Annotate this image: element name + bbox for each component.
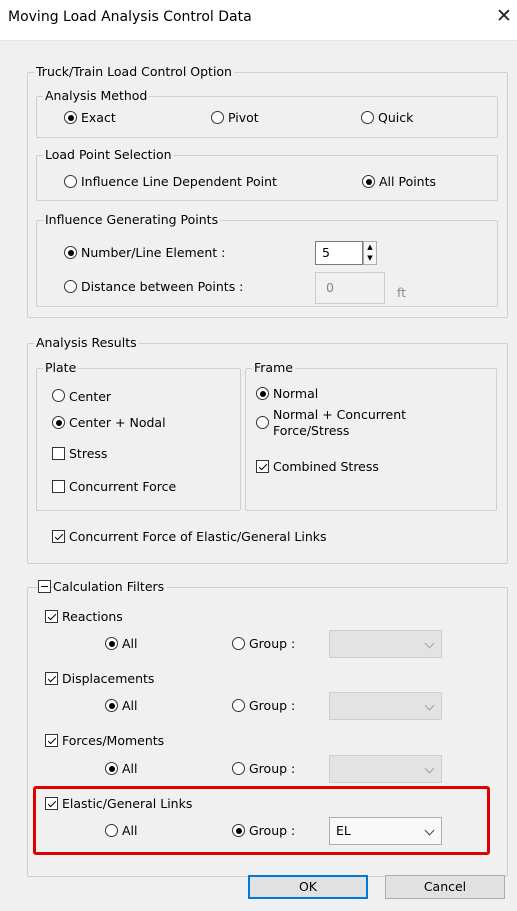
radio-plate-center-nodal[interactable]: [52, 416, 65, 429]
checkbox-plate-stress[interactable]: [52, 447, 65, 460]
distance-input[interactable]: 0: [315, 272, 385, 304]
frame-legend: Frame: [252, 360, 295, 376]
forces-moments-group-label[interactable]: Group :: [249, 761, 295, 777]
elastic-links-group-select[interactable]: EL: [329, 817, 442, 845]
radio-displacements-group[interactable]: [232, 699, 245, 712]
radio-exact[interactable]: [64, 111, 77, 124]
chevron-down-icon: [424, 825, 435, 836]
chevron-down-icon: [424, 638, 435, 649]
reactions-all-label[interactable]: All: [122, 636, 138, 652]
distance-unit: ft: [397, 285, 407, 300]
ok-button[interactable]: OK: [248, 875, 368, 899]
radio-elastic-links-group[interactable]: [232, 824, 245, 837]
radio-all-points[interactable]: [362, 175, 375, 188]
forces-moments-all-label[interactable]: All: [122, 761, 138, 777]
elastic-links-group-label[interactable]: Group :: [249, 823, 295, 839]
analysis-method-legend: Analysis Method: [43, 88, 150, 104]
calculation-filters-legend: Calculation Filters: [53, 579, 168, 595]
elastic-links-all-label[interactable]: All: [122, 823, 138, 839]
combined-stress-label[interactable]: Combined Stress: [273, 459, 379, 475]
elastic-links-group-value: EL: [336, 823, 351, 838]
number-line-element-label[interactable]: Number/Line Element :: [81, 245, 225, 261]
plate-center-label[interactable]: Center: [69, 389, 111, 405]
chevron-down-icon: [424, 763, 435, 774]
checkbox-displacements[interactable]: [45, 672, 58, 685]
radio-forces-moments-group[interactable]: [232, 762, 245, 775]
dialog-title: Moving Load Analysis Control Data: [8, 9, 252, 25]
distance-between-points-label[interactable]: Distance between Points :: [81, 279, 243, 295]
elastic-general-links-label[interactable]: Elastic/General Links: [62, 796, 192, 812]
radio-pivot[interactable]: [211, 111, 224, 124]
radio-number-line-element[interactable]: [64, 246, 77, 259]
radio-reactions-group[interactable]: [232, 637, 245, 650]
radio-influence-line-point[interactable]: [64, 175, 77, 188]
forces-moments-label[interactable]: Forces/Moments: [62, 733, 164, 749]
cancel-button[interactable]: Cancel: [385, 875, 505, 899]
radio-displacements-all[interactable]: [105, 699, 118, 712]
radio-pivot-label[interactable]: Pivot: [228, 110, 259, 126]
title-bar: Moving Load Analysis Control Data ✕: [0, 0, 517, 40]
radio-exact-label[interactable]: Exact: [81, 110, 116, 126]
frame-normal-concurrent-label-line1[interactable]: Normal + Concurrent: [273, 407, 406, 423]
radio-reactions-all[interactable]: [105, 637, 118, 650]
number-spinner: ▲ ▼: [363, 241, 377, 265]
radio-quick[interactable]: [361, 111, 374, 124]
plate-legend: Plate: [43, 360, 79, 376]
reactions-group-label[interactable]: Group :: [249, 636, 295, 652]
radio-frame-normal[interactable]: [256, 387, 269, 400]
displacements-all-label[interactable]: All: [122, 698, 138, 714]
checkbox-elastic-links-concurrent[interactable]: [52, 530, 65, 543]
number-line-element-input[interactable]: 5: [315, 241, 363, 265]
close-icon[interactable]: ✕: [492, 5, 516, 27]
radio-forces-moments-all[interactable]: [105, 762, 118, 775]
checkbox-reactions[interactable]: [45, 610, 58, 623]
frame-normal-label[interactable]: Normal: [273, 386, 318, 402]
radio-plate-center[interactable]: [52, 389, 65, 402]
frame-normal-concurrent-label-line2[interactable]: Force/Stress: [273, 423, 349, 439]
checkbox-plate-concurrent-force[interactable]: [52, 480, 65, 493]
checkbox-forces-moments[interactable]: [45, 734, 58, 747]
displacements-label[interactable]: Displacements: [62, 671, 154, 687]
truck-load-control-legend: Truck/Train Load Control Option: [34, 64, 234, 80]
chevron-down-icon: [424, 700, 435, 711]
radio-all-points-label[interactable]: All Points: [379, 174, 436, 190]
displacements-group-label[interactable]: Group :: [249, 698, 295, 714]
elastic-links-concurrent-label[interactable]: Concurrent Force of Elastic/General Link…: [69, 529, 327, 545]
checkbox-elastic-general-links[interactable]: [45, 797, 58, 810]
displacements-group-select[interactable]: [329, 692, 442, 720]
analysis-results-legend: Analysis Results: [34, 335, 139, 351]
forces-moments-group-select[interactable]: [329, 755, 442, 783]
radio-elastic-links-all[interactable]: [105, 824, 118, 837]
plate-center-nodal-label[interactable]: Center + Nodal: [69, 415, 166, 431]
plate-concurrent-force-label[interactable]: Concurrent Force: [69, 479, 176, 495]
radio-frame-normal-concurrent[interactable]: [256, 416, 269, 429]
radio-distance-between-points[interactable]: [64, 280, 77, 293]
spin-up-icon[interactable]: ▲: [364, 242, 376, 252]
plate-stress-label[interactable]: Stress: [69, 446, 107, 462]
reactions-label[interactable]: Reactions: [62, 609, 123, 625]
load-point-selection-legend: Load Point Selection: [43, 147, 174, 163]
checkbox-combined-stress[interactable]: [256, 460, 269, 473]
collapse-minus-icon[interactable]: [38, 580, 51, 593]
influence-points-legend: Influence Generating Points: [43, 212, 221, 228]
spin-down-icon[interactable]: ▼: [364, 253, 376, 263]
radio-quick-label[interactable]: Quick: [378, 110, 413, 126]
radio-influence-line-point-label[interactable]: Influence Line Dependent Point: [81, 174, 277, 190]
reactions-group-select[interactable]: [329, 630, 442, 658]
